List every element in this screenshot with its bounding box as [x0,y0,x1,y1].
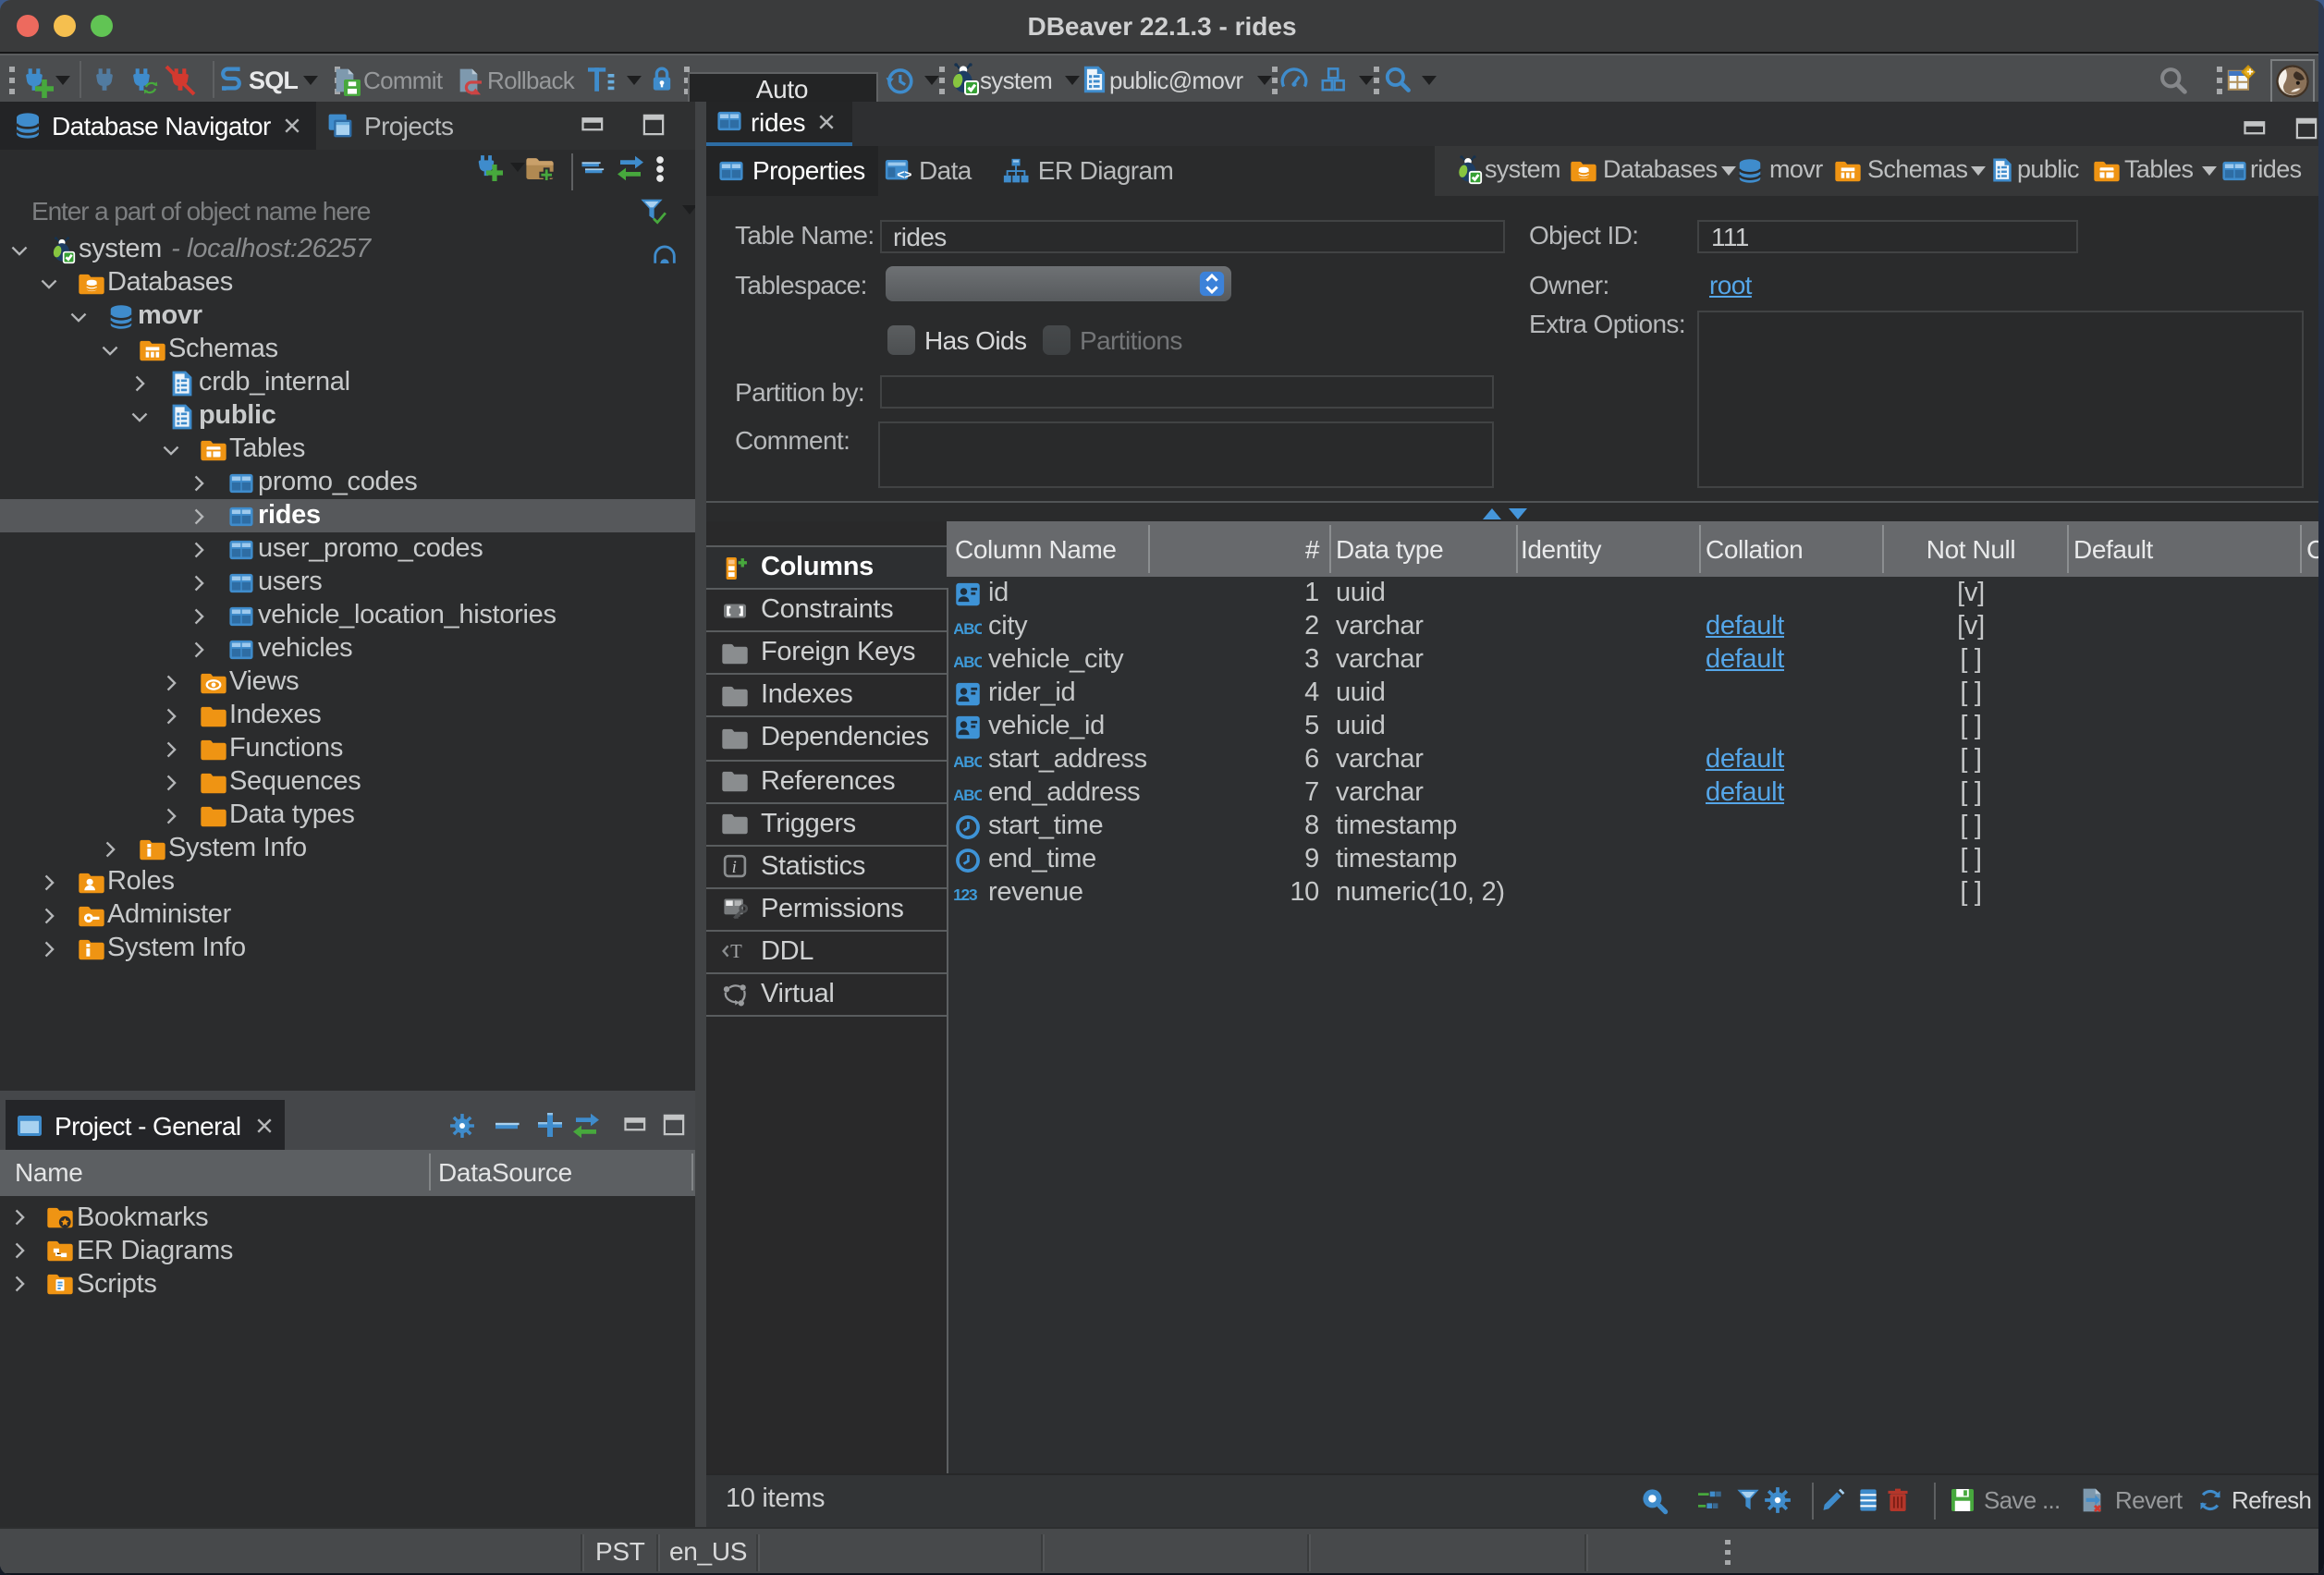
svg-text:<>: <> [897,166,911,181]
